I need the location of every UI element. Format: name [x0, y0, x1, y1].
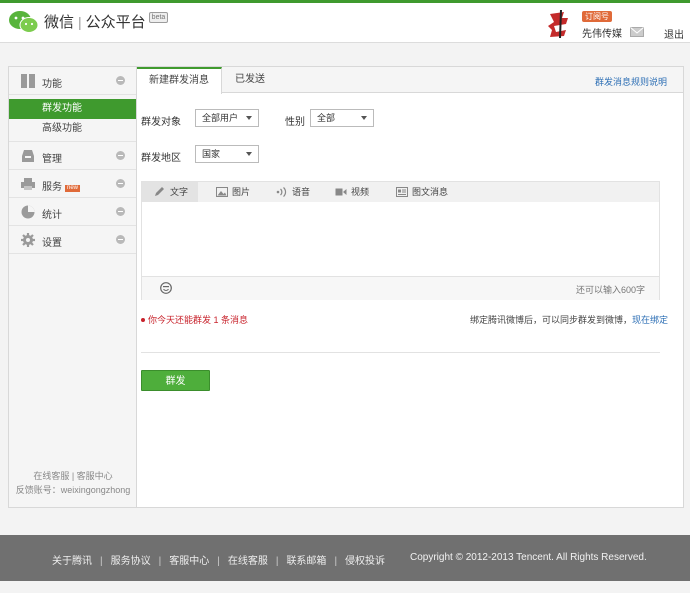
section-divider [141, 352, 660, 353]
tool-article[interactable]: 图文消息 [394, 182, 448, 202]
expand-icon[interactable] [116, 151, 125, 160]
feedback-account: 反馈账号：weixingongzhong [15, 485, 131, 495]
tool-text[interactable]: 文字 [142, 182, 199, 202]
new-badge: new [65, 185, 81, 192]
weibo-hint: 绑定腾讯微博后，可以同步群发到微博，现在绑定 [470, 313, 668, 326]
tab-new-message[interactable]: 新建群发消息 [137, 67, 222, 94]
account-name[interactable]: 先伟传媒 [582, 25, 622, 40]
editor-footer: 还可以输入600字 [142, 276, 659, 300]
beta-badge: beta [148, 12, 169, 23]
quota-warning-text: 你今天还能群发 1 条消息 [148, 315, 249, 325]
sidebar-group-label: 服务 new [42, 178, 81, 193]
target-label: 群发对象 [141, 117, 181, 128]
footer-link-about[interactable]: 关于腾讯 [52, 556, 92, 567]
gender-label: 性别 [285, 117, 305, 128]
sidebar-group-label: 设置 [42, 238, 62, 249]
sidebar-item-mass-send[interactable]: 群发功能 [9, 99, 136, 119]
region-select[interactable]: 国家 [195, 145, 259, 163]
printer-icon [21, 178, 35, 190]
grid-icon [21, 74, 35, 88]
account-type-badge: 订阅号 [582, 11, 612, 22]
region-label: 群发地区 [141, 153, 181, 164]
quota-warning: 你今天还能群发 1 条消息 [141, 313, 248, 326]
tool-article-label: 图文消息 [412, 187, 449, 197]
article-icon [396, 187, 408, 197]
sidebar-subitems: 群发功能 高级功能 [9, 95, 136, 142]
sidebar-group-settings[interactable]: 设置 [9, 226, 136, 254]
gender-select-value: 全部 [317, 113, 336, 123]
tab-bar: 新建群发消息 已发送 群发消息规则说明 [137, 67, 683, 94]
tool-image[interactable]: 图片 [214, 182, 250, 202]
char-counter: 还可以输入600字 [575, 285, 645, 295]
brand-title[interactable]: 微信 | 公众平台 beta [44, 11, 169, 32]
expand-icon[interactable] [116, 235, 125, 244]
expand-icon[interactable] [116, 179, 125, 188]
footer-links: 关于腾讯 | 服务协议 | 客服中心 | 在线客服 | 联系邮箱 | 侵权投诉 [52, 556, 386, 567]
chevron-down-icon [246, 116, 252, 120]
account-avatar[interactable] [546, 8, 574, 40]
target-select[interactable]: 全部用户 [195, 109, 259, 127]
page-footer: 关于腾讯 | 服务协议 | 客服中心 | 在线客服 | 联系邮箱 | 侵权投诉 Copyright … [0, 535, 690, 581]
tool-image-label: 图片 [232, 187, 251, 197]
inbox-icon [22, 150, 34, 162]
tab-sent[interactable]: 已发送 [223, 67, 277, 93]
wechat-logo-icon [9, 11, 39, 33]
sidebar-footer: 在线客服 | 客服中心 反馈账号：weixingongzhong [9, 469, 137, 497]
gear-icon [21, 233, 35, 247]
tool-voice-label: 语音 [292, 187, 311, 197]
service-label: 服务 [42, 182, 62, 193]
voice-icon [276, 187, 287, 197]
tool-video-label: 视频 [351, 187, 370, 197]
sidebar-group-manage[interactable]: 管理 [9, 142, 136, 170]
brand-name: 微信 [44, 14, 75, 31]
send-button[interactable]: 群发 [141, 370, 210, 391]
sidebar-group-features[interactable]: 功能 [9, 67, 136, 95]
footer-link-online-support[interactable]: 在线客服 [228, 556, 268, 567]
header: 微信 | 公众平台 beta 订阅号 先伟传媒 退出 [0, 3, 690, 43]
mail-icon[interactable] [630, 27, 644, 37]
copyright: Copyright © 2012-2013 Tencent. All Right… [410, 552, 647, 563]
tool-video[interactable]: 视频 [333, 182, 369, 202]
editor-toolbar: 文字 图片 语音 视频 图文消息 [142, 182, 659, 202]
expand-icon[interactable] [116, 76, 125, 85]
sidebar-group-label: 统计 [42, 210, 62, 221]
region-select-value: 国家 [202, 149, 221, 159]
weibo-hint-text: 绑定腾讯微博后，可以同步群发到微博， [469, 315, 632, 325]
sidebar-group-label: 功能 [42, 79, 62, 90]
video-icon [335, 188, 347, 196]
chevron-down-icon [361, 116, 367, 120]
target-select-value: 全部用户 [202, 113, 239, 123]
sidebar-group-stats[interactable]: 统计 [9, 198, 136, 226]
sidebar-group-service[interactable]: 服务 new [9, 170, 136, 198]
bind-weibo-link[interactable]: 现在绑定 [632, 315, 668, 325]
sidebar: 功能 群发功能 高级功能 管理 服务 new 统计 设置 在线客服 | 客服中心… [9, 67, 137, 507]
footer-link-help[interactable]: 客服中心 [169, 556, 209, 567]
gender-select[interactable]: 全部 [310, 109, 374, 127]
tool-voice[interactable]: 语音 [274, 182, 310, 202]
tool-text-label: 文字 [170, 187, 189, 197]
pie-chart-icon [21, 205, 35, 219]
warning-dot-icon [141, 318, 145, 322]
sidebar-item-advanced[interactable]: 高级功能 [9, 119, 136, 139]
platform-name: 公众平台 [85, 14, 146, 31]
rules-link[interactable]: 群发消息规则说明 [595, 75, 667, 88]
expand-icon[interactable] [116, 207, 125, 216]
footer-link-report[interactable]: 侵权投诉 [345, 556, 385, 567]
sidebar-group-label: 管理 [42, 154, 62, 165]
image-icon [216, 187, 228, 197]
logout-link[interactable]: 退出 [664, 26, 684, 41]
message-editor: 文字 图片 语音 视频 图文消息 还可以输入600字 [141, 181, 660, 300]
support-links[interactable]: 在线客服 | 客服中心 [9, 469, 137, 483]
footer-link-contact[interactable]: 联系邮箱 [286, 556, 326, 567]
chevron-down-icon [246, 152, 252, 156]
emoji-icon[interactable] [160, 282, 172, 294]
footer-link-terms[interactable]: 服务协议 [111, 556, 151, 567]
pencil-icon [155, 187, 164, 196]
